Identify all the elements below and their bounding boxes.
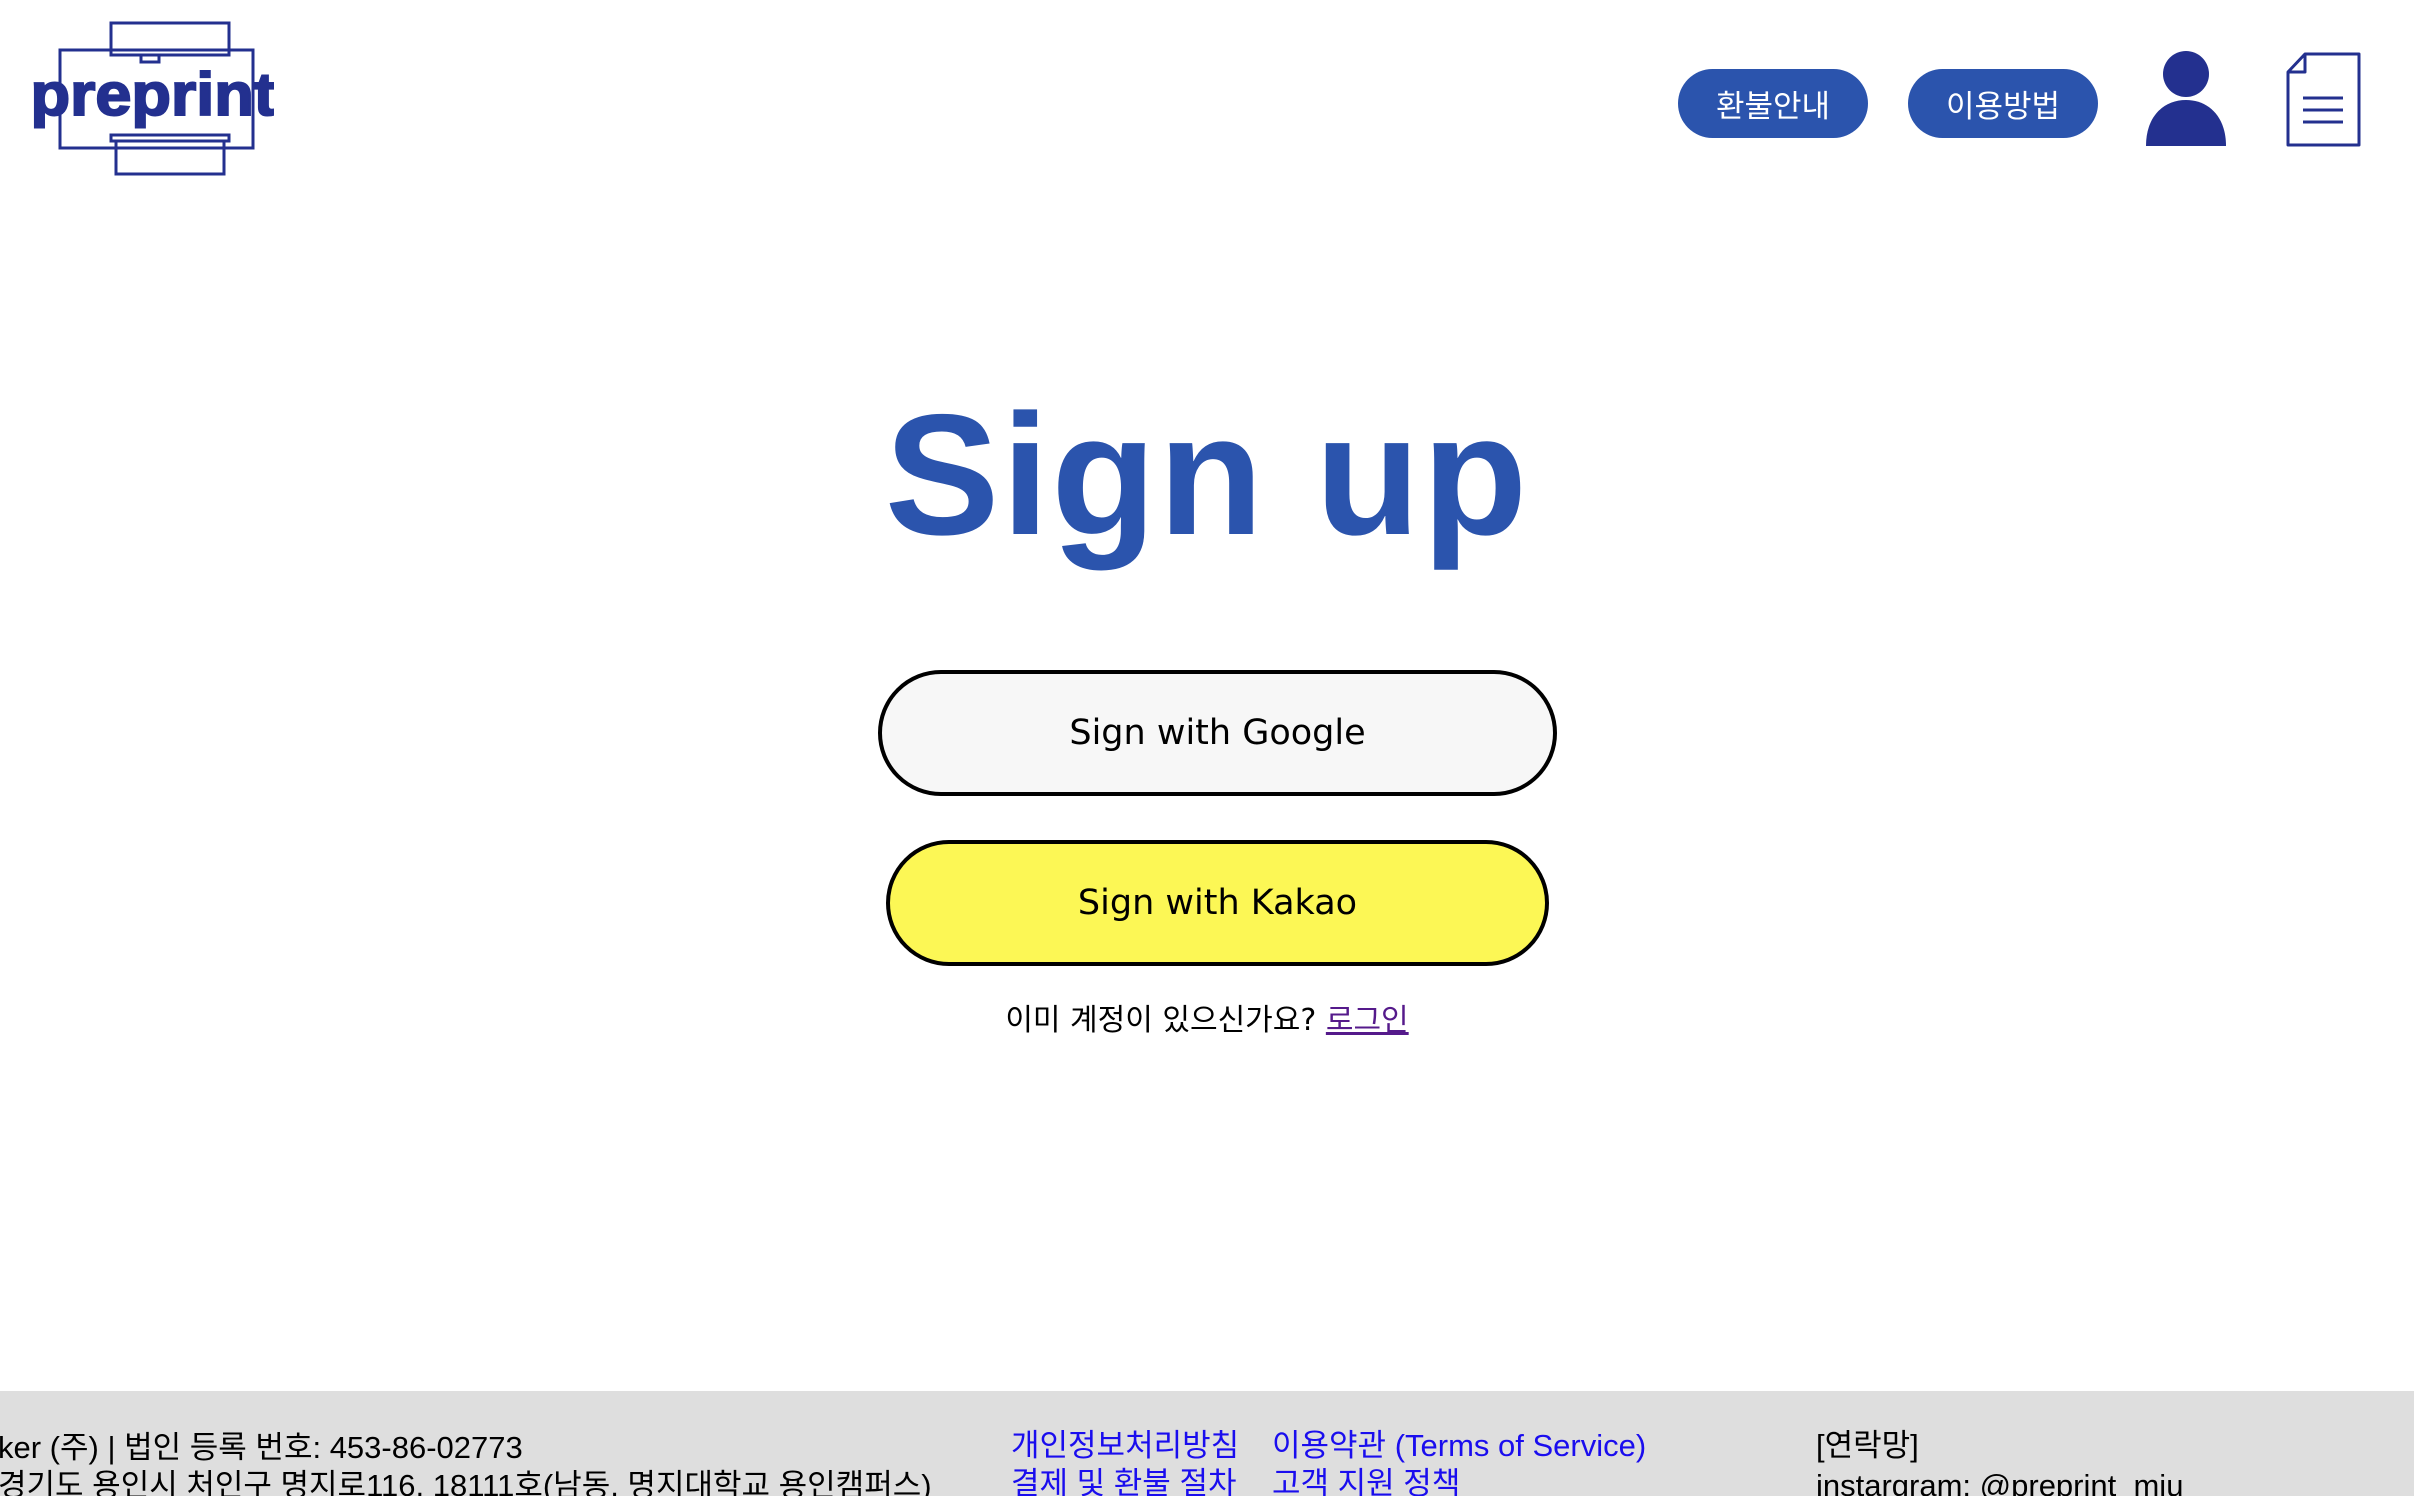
contact-instagram: instargram: @preprint_mju (1816, 1468, 2184, 1496)
support-policy-link[interactable]: 고객 지원 정책 (1272, 1466, 1460, 1496)
refund-info-button[interactable]: 환불안내 (1678, 69, 1868, 138)
footer-company-info: ker (주) | 법인 등록 번호: 453-86-02773 (0, 1430, 523, 1465)
page-title: Sign up (884, 379, 1530, 571)
login-prompt: 이미 계정이 있으신가요? 로그인 (0, 995, 2414, 1039)
terms-of-service-link[interactable]: 이용약관 (Terms of Service) (1272, 1428, 1646, 1464)
login-prompt-text: 이미 계정이 있으신가요? (1005, 1003, 1317, 1038)
how-to-use-button[interactable]: 이용방법 (1908, 69, 2098, 138)
document-icon[interactable] (2285, 52, 2363, 148)
user-icon[interactable] (2144, 50, 2228, 148)
preprint-logo[interactable]: preprint (24, 20, 277, 177)
printer-logo-icon: preprint (30, 21, 277, 176)
contact-heading: [연락망] (1816, 1428, 1919, 1463)
kakao-signup-button[interactable]: Sign with Kakao (886, 840, 1549, 966)
google-signup-button[interactable]: Sign with Google (878, 670, 1557, 796)
payment-refund-link[interactable]: 결제 및 환불 절차 (1011, 1466, 1236, 1496)
footer-address: 경기도 용인시 처인구 명지로116, 18111호(남동, 명지대학교 용인캠… (0, 1468, 932, 1496)
login-link[interactable]: 로그인 (1326, 1003, 1409, 1038)
footer: ker (주) | 법인 등록 번호: 453-86-02773 경기도 용인시… (0, 1391, 2414, 1496)
svg-text:preprint: preprint (31, 61, 275, 128)
privacy-policy-link[interactable]: 개인정보처리방침 (1011, 1428, 1239, 1464)
